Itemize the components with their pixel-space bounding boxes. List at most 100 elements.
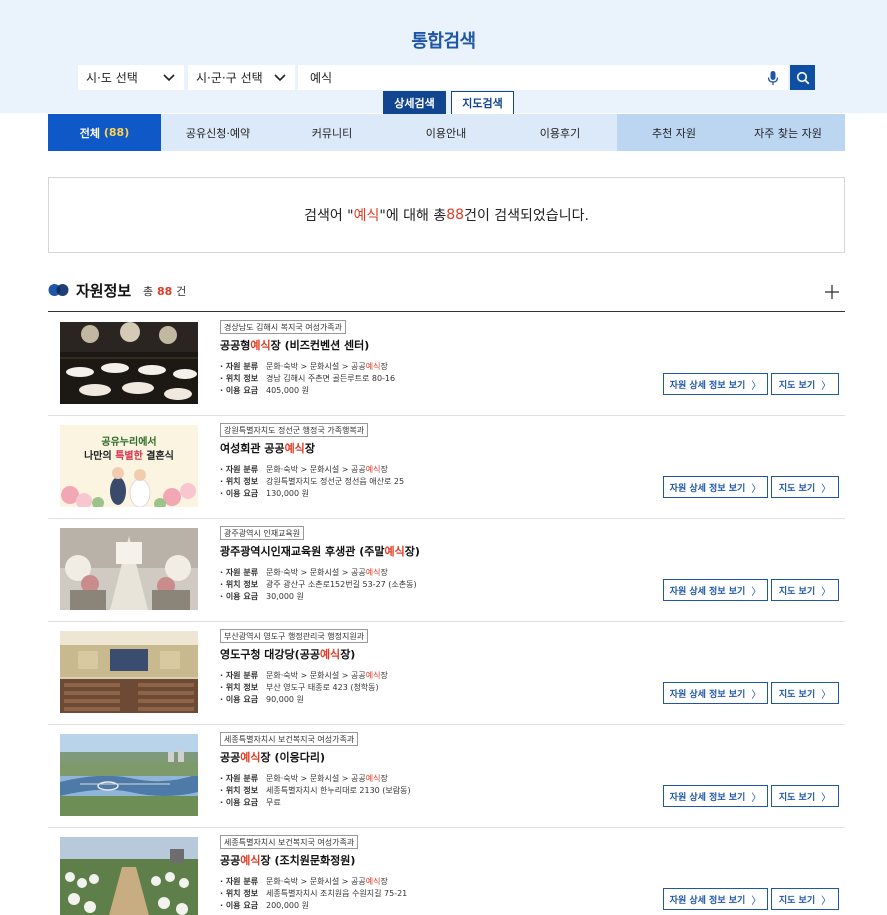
chevron-right-icon: 〉 [751,380,762,392]
section-count: 총 88 건 [143,283,186,299]
organization-badge: 세종특별자치시 보건복지국 여성가족과 [220,835,359,849]
tab-community[interactable]: 커뮤니티 [275,114,389,151]
map-button-label: 지도 보기 [778,483,816,494]
chevron-right-icon: 〉 [751,689,762,701]
chevron-right-icon: 〉 [751,792,762,804]
tab-detail-search[interactable]: 상세검색 [383,91,446,114]
resource-fee: · 이용 요금 30,000 원 [220,591,304,602]
chevron-right-icon: 〉 [821,792,832,804]
fee-label: · 이용 요금 [220,386,259,395]
banner-text-line1: 공유누리에서 [101,437,157,448]
detail-button-label: 자원 상세 정보 보기 [669,792,746,803]
map-view-button[interactable]: 지도 보기 〉 [771,682,839,704]
resource-thumbnail[interactable] [60,837,198,915]
resource-item: 공유누리에서 나만의 특별한 결혼식 강원특별자치도 정선군 행정국 가족행복과… [48,416,845,519]
category-tabs: 전체 (88) 공유신청·예약 커뮤니티 이용안내 이용후기 추천 자원 자주 … [48,114,845,151]
resource-name-highlight: 예식 [240,854,261,867]
chevron-right-icon: 〉 [821,380,832,392]
category-highlight: 예식 [365,774,381,783]
resource-detail-button[interactable]: 자원 상세 정보 보기 〉 [663,373,768,395]
summary-suffix: 건이 검색되었습니다. [464,208,589,224]
map-view-button[interactable]: 지도 보기 〉 [771,888,839,910]
microphone-icon[interactable] [766,70,780,86]
resource-detail-button[interactable]: 자원 상세 정보 보기 〉 [663,888,768,910]
location-label: · 위치 정보 [220,683,259,692]
summary-count: 88 [446,207,465,223]
tab-map-search[interactable]: 지도검색 [451,91,514,114]
resource-category: · 자원 분류 문화·숙박 > 문화시설 > 공공예식장 [220,876,388,887]
resource-thumbnail[interactable] [60,734,198,816]
organization-badge: 경상남도 김해시 복지국 여성가족과 [220,320,347,334]
location-value: 광주 광산구 소촌로152번길 53-27 (소촌동) [266,580,417,589]
location-label: · 위치 정보 [220,889,259,898]
resource-location: · 위치 정보 강원특별자치도 정선군 정선읍 애산로 25 [220,476,404,487]
category-value: 문화·숙박 > 문화시설 > 공공 [266,877,366,886]
map-view-button[interactable]: 지도 보기 〉 [771,373,839,395]
resource-detail-button[interactable]: 자원 상세 정보 보기 〉 [663,682,768,704]
banner-text-part: 결혼식 [142,451,174,462]
resource-detail-button[interactable]: 자원 상세 정보 보기 〉 [663,785,768,807]
summary-keyword: 예식 [353,208,380,224]
tab-all[interactable]: 전체 (88) [48,114,161,151]
region-select[interactable]: 시·도 선택 [78,65,184,90]
tab-share-reservation[interactable]: 공유신청·예약 [161,114,275,151]
map-button-label: 지도 보기 [778,380,816,391]
resource-thumbnail[interactable]: 공유누리에서 나만의 특별한 결혼식 [60,425,198,507]
category-value: 문화·숙박 > 문화시설 > 공공 [266,568,366,577]
resource-detail-button[interactable]: 자원 상세 정보 보기 〉 [663,579,768,601]
resource-location: · 위치 정보 부산 영도구 태종로 423 (청학동) [220,682,379,693]
chevron-right-icon: 〉 [751,586,762,598]
search-input[interactable]: 예식 [298,65,788,90]
category-value-end: 장 [380,465,388,474]
category-value-end: 장 [380,877,388,886]
bridge-aerial-photo [60,734,198,816]
category-highlight: 예식 [365,362,381,371]
tab-guide[interactable]: 이용안내 [389,114,503,151]
map-view-button[interactable]: 지도 보기 〉 [771,476,839,498]
category-value: 문화·숙박 > 문화시설 > 공공 [266,465,366,474]
resource-thumbnail[interactable] [60,631,198,713]
fee-label: · 이용 요금 [220,592,259,601]
wedding-hall-photo [60,528,198,610]
resource-name[interactable]: 공공예식장 (조치원문화정원) [220,852,355,868]
resource-thumbnail[interactable] [60,322,198,404]
search-input-value: 예식 [310,71,333,85]
resource-name[interactable]: 공공예식장 (이응다리) [220,749,325,765]
search-button[interactable] [790,65,815,90]
fee-value: 30,000 원 [266,592,304,601]
resource-name[interactable]: 공공형예식장 (비즈컨벤션 센터) [220,337,369,353]
resource-name-highlight: 예식 [250,339,271,352]
tab-recommended[interactable]: 추천 자원 [617,114,731,151]
category-value-end: 장 [380,774,388,783]
resource-name[interactable]: 영도구청 대강당(공공예식장) [220,646,355,662]
resource-name[interactable]: 광주광역시인재교육원 후생관 (주말예식장) [220,543,420,559]
category-label: · 자원 분류 [220,568,259,577]
fee-label: · 이용 요금 [220,798,259,807]
banner-text-part: 나만의 [84,451,116,462]
section-title: 자원정보 [76,282,132,300]
tab-frequent[interactable]: 자주 찾는 자원 [731,114,845,151]
plus-icon[interactable] [825,285,839,299]
summary-prefix: 검색어 " [304,208,354,224]
tab-reviews[interactable]: 이용후기 [503,114,617,151]
resource-category: · 자원 분류 문화·숙박 > 문화시설 > 공공예식장 [220,670,388,681]
section-count-suffix: 건 [176,285,187,298]
search-summary: 검색어 " 예식 "에 대해 총 88 건이 검색되었습니다. [48,177,845,253]
resource-detail-button[interactable]: 자원 상세 정보 보기 〉 [663,476,768,498]
category-label: · 자원 분류 [220,877,259,886]
banner-text-highlight: 특별한 [115,451,143,462]
resource-name-part: 공공형 [220,339,251,352]
resource-thumbnail[interactable] [60,528,198,610]
search-header: 통합검색 시·도 선택 시·군·구 선택 예식 상세검색 지도검색 [0,0,887,114]
map-view-button[interactable]: 지도 보기 〉 [771,579,839,601]
resource-name-highlight: 예식 [319,648,341,661]
fee-value: 130,000 원 [266,489,309,498]
resource-category: · 자원 분류 문화·숙박 > 문화시설 > 공공예식장 [220,567,388,578]
resource-name-highlight: 예식 [384,545,405,558]
map-view-button[interactable]: 지도 보기 〉 [771,785,839,807]
chevron-right-icon: 〉 [821,483,832,495]
resource-name[interactable]: 여성회관 공공예식장 [220,440,315,456]
district-select[interactable]: 시·군·구 선택 [188,65,295,90]
detail-button-label: 자원 상세 정보 보기 [669,586,746,597]
chevron-right-icon: 〉 [821,689,832,701]
